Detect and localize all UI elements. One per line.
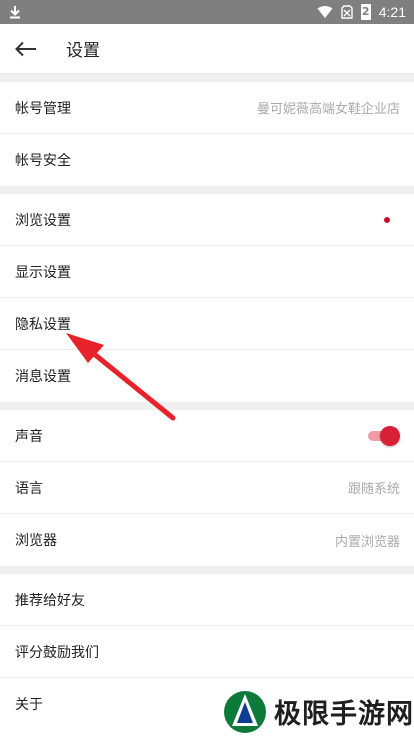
section-divider xyxy=(0,566,414,574)
item-label: 推荐给好友 xyxy=(15,592,85,609)
recommend-to-friends-item[interactable]: 推荐给好友 xyxy=(0,574,414,626)
item-label: 帐号管理 xyxy=(15,100,71,117)
item-label: 显示设置 xyxy=(15,264,71,281)
item-value: 曼可妮薇高端女鞋企业店 xyxy=(256,102,400,117)
page-title: 设置 xyxy=(66,41,100,61)
toggle-knob xyxy=(380,425,400,446)
arrow-left-icon xyxy=(15,41,36,56)
item-label: 浏览器 xyxy=(15,533,57,549)
browser-item[interactable]: 浏览器 内置浏览器 xyxy=(0,514,414,566)
wifi-icon xyxy=(317,5,333,19)
no-sim-icon xyxy=(341,5,353,19)
settings-group-account: 帐号管理 曼可妮薇高端女鞋企业店 帐号安全 xyxy=(0,82,414,186)
sound-item[interactable]: 声音 xyxy=(0,410,414,462)
account-security-item[interactable]: 帐号安全 xyxy=(0,134,414,186)
settings-group-preferences: 浏览设置 显示设置 隐私设置 消息设置 xyxy=(0,194,414,402)
item-label: 隐私设置 xyxy=(15,316,71,333)
clock-time: 4:21 xyxy=(378,4,406,20)
download-icon xyxy=(8,5,22,19)
battery-icon: 2 xyxy=(360,4,371,20)
section-divider xyxy=(0,74,414,82)
privacy-settings-item[interactable]: 隐私设置 xyxy=(0,298,414,350)
browse-settings-item[interactable]: 浏览设置 xyxy=(0,194,414,246)
item-value: 跟随系统 xyxy=(347,482,400,497)
item-label: 浏览设置 xyxy=(15,212,71,229)
message-settings-item[interactable]: 消息设置 xyxy=(0,350,414,402)
item-label: 评分鼓励我们 xyxy=(15,644,99,661)
display-settings-item[interactable]: 显示设置 xyxy=(0,246,414,298)
section-divider xyxy=(0,186,414,194)
item-label: 消息设置 xyxy=(15,369,71,385)
item-value: 内置浏览器 xyxy=(334,534,400,550)
item-label: 帐号安全 xyxy=(15,153,71,169)
sound-toggle[interactable] xyxy=(368,425,400,446)
watermark-logo-icon xyxy=(224,691,266,733)
new-badge-dot xyxy=(384,216,390,223)
item-label: 语言 xyxy=(15,480,43,497)
battery-level-text: 2 xyxy=(361,5,370,18)
status-bar: 2 4:21 xyxy=(0,0,414,24)
language-item[interactable]: 语言 跟随系统 xyxy=(0,462,414,514)
app-bar: 设置 xyxy=(0,24,414,74)
watermark-text: 极限手游网 xyxy=(274,698,414,730)
settings-group-system: 声音 语言 跟随系统 浏览器 内置浏览器 xyxy=(0,410,414,566)
account-management-item[interactable]: 帐号管理 曼可妮薇高端女鞋企业店 xyxy=(0,82,414,134)
rate-us-item[interactable]: 评分鼓励我们 xyxy=(0,626,414,678)
back-button[interactable] xyxy=(0,24,52,74)
item-label: 关于 xyxy=(15,697,43,713)
item-label: 声音 xyxy=(15,428,43,445)
watermark: 极限手游网 xyxy=(222,686,414,736)
section-divider xyxy=(0,402,414,410)
